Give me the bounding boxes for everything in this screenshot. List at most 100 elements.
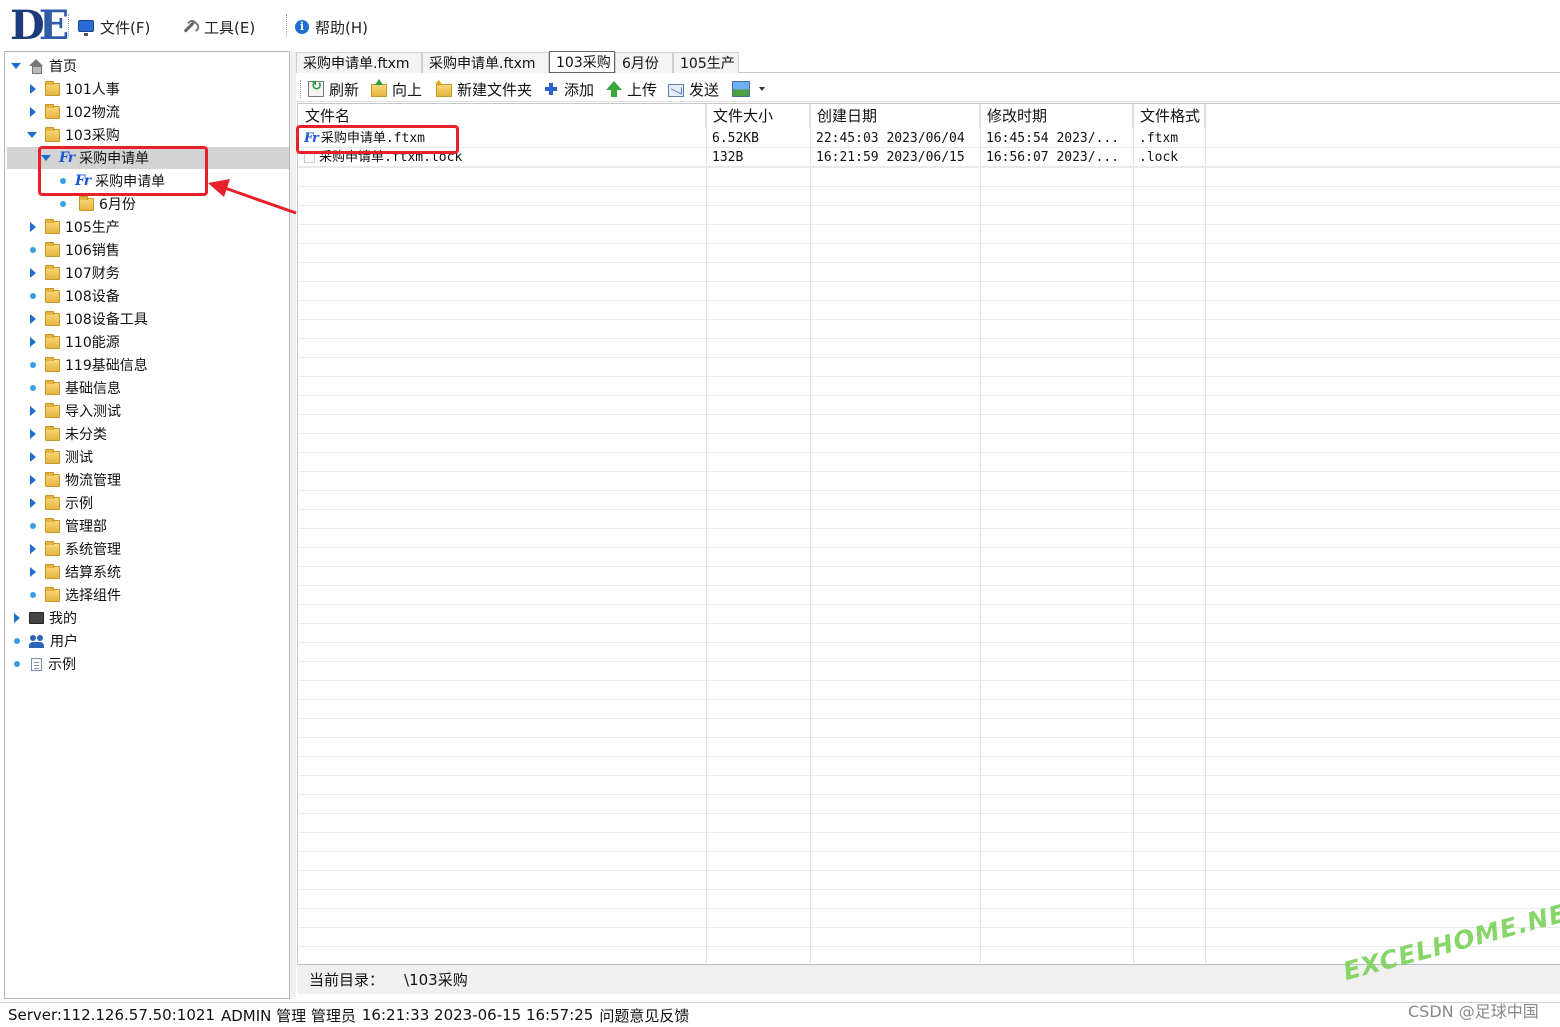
tree-item[interactable]: 物流管理	[27, 469, 121, 491]
expand-arrow-icon[interactable]	[27, 106, 39, 118]
tree-item-label: 未分类	[65, 427, 107, 443]
expand-arrow-icon[interactable]	[11, 612, 23, 624]
column-header-created[interactable]: 创建日期	[810, 104, 980, 128]
empty-row-line	[298, 528, 1560, 529]
menu-tools[interactable]: 工具(E)	[182, 16, 255, 38]
tree-item-users[interactable]: 用户	[11, 630, 78, 652]
folder-icon	[45, 80, 60, 96]
tree-item[interactable]: 未分类	[27, 423, 107, 445]
tree-item[interactable]: 103采购	[27, 124, 120, 146]
folder-icon	[45, 356, 60, 372]
expand-arrow-icon[interactable]	[27, 497, 39, 509]
expand-arrow-icon[interactable]	[27, 543, 39, 555]
tree-item[interactable]: 导入测试	[27, 400, 121, 422]
tree-item[interactable]: 110能源	[27, 331, 120, 353]
column-header-format[interactable]: 文件格式	[1133, 104, 1205, 128]
empty-row-line	[298, 490, 1560, 491]
tree-item-label: 导入测试	[65, 404, 121, 420]
tree-item-examples[interactable]: 示例	[11, 653, 76, 675]
tree-item-label: 首页	[49, 59, 77, 75]
tree-item[interactable]: 105生产	[27, 216, 120, 238]
expand-arrow-icon[interactable]	[11, 60, 23, 72]
view-dropdown-button[interactable]	[732, 78, 765, 100]
file-modified-cell: 16:45:54 2023/...	[986, 131, 1120, 146]
expand-arrow-icon[interactable]	[27, 267, 39, 279]
table-row[interactable]: Fr 采购申请单.ftxm 6.52KB 22:45:03 2023/06/04 …	[298, 129, 1560, 148]
tree-item[interactable]: 选择组件	[27, 584, 121, 606]
tab-june[interactable]: 6月份	[615, 52, 673, 73]
column-header-size[interactable]: 文件大小	[706, 104, 810, 128]
home-icon	[29, 59, 44, 74]
file-size-cell: 132B	[712, 150, 744, 165]
empty-row-line	[298, 927, 1560, 928]
empty-row-line	[298, 547, 1560, 548]
tab-ftxm-1[interactable]: 采购申请单.ftxm	[296, 52, 422, 73]
expand-arrow-icon[interactable]	[27, 336, 39, 348]
tree-item[interactable]: 106销售	[27, 239, 120, 261]
empty-row-line	[298, 680, 1560, 681]
tree-item[interactable]: 107财务	[27, 262, 120, 284]
folder-icon	[45, 241, 60, 257]
file-size-cell: 6.52KB	[712, 131, 759, 146]
tree-item[interactable]: 119基础信息	[27, 354, 148, 376]
monitor-icon	[78, 20, 94, 36]
tree-item[interactable]: 结算系统	[27, 561, 121, 583]
empty-row-line	[298, 338, 1560, 339]
expand-arrow-icon[interactable]	[27, 474, 39, 486]
tree-item-mine[interactable]: 我的	[11, 607, 77, 629]
tab-105[interactable]: 105生产	[673, 52, 739, 73]
folder-icon	[45, 540, 60, 556]
annotation-box-tree	[38, 146, 208, 196]
column-header-modified[interactable]: 修改时期	[980, 104, 1133, 128]
up-button[interactable]: 向上	[371, 78, 422, 100]
tree-item[interactable]: 测试	[27, 446, 93, 468]
tree-item[interactable]: 管理部	[27, 515, 107, 537]
tab-103[interactable]: 103采购	[549, 51, 615, 73]
upload-button[interactable]: 上传	[606, 78, 657, 100]
tree-item-label: 106销售	[65, 243, 120, 259]
expand-arrow-icon[interactable]	[27, 566, 39, 578]
empty-row-line	[298, 813, 1560, 814]
menu-help[interactable]: i 帮助(H)	[295, 16, 368, 38]
annotation-arrow-shaft	[221, 185, 297, 215]
tree-item-home[interactable]: 首页	[11, 55, 77, 77]
tree-item[interactable]: 108设备	[27, 285, 120, 307]
expand-arrow-icon[interactable]	[27, 221, 39, 233]
tree-item[interactable]: 示例	[27, 492, 93, 514]
tree-item[interactable]: 101人事	[27, 78, 120, 100]
expand-arrow-icon[interactable]	[27, 313, 39, 325]
expand-arrow-icon[interactable]	[27, 129, 39, 141]
menu-file[interactable]: 文件(F)	[78, 16, 150, 38]
tree-item[interactable]: 系统管理	[27, 538, 121, 560]
refresh-button[interactable]: 刷新	[308, 78, 359, 100]
empty-row-line	[298, 604, 1560, 605]
column-divider	[1205, 104, 1206, 963]
tree-item[interactable]: 基础信息	[27, 377, 121, 399]
empty-row-line	[298, 471, 1560, 472]
tree-item-label: 107财务	[65, 266, 120, 282]
new-folder-button[interactable]: 新建文件夹	[434, 77, 533, 100]
tab-ftxm-2[interactable]: 采购申请单.ftxm	[422, 52, 549, 73]
empty-row-line	[298, 509, 1560, 510]
table-row[interactable]: 采购申请单.ftxm.lock 132B 16:21:59 2023/06/15…	[298, 148, 1560, 167]
expand-arrow-icon[interactable]	[27, 83, 39, 95]
send-button[interactable]: 发送	[668, 78, 719, 100]
new-folder-label: 新建文件夹	[457, 80, 533, 99]
column-divider	[980, 104, 981, 963]
tree-item[interactable]: 6月份	[57, 193, 136, 215]
feedback-link[interactable]: 问题意见反馈	[599, 1005, 689, 1026]
expand-arrow-icon[interactable]	[27, 451, 39, 463]
image-view-icon	[732, 81, 750, 97]
expand-arrow-icon[interactable]	[27, 428, 39, 440]
leaf-dot-icon	[27, 359, 39, 371]
tab-label: 103采购	[556, 55, 611, 71]
tree-item-label: 测试	[65, 450, 93, 466]
toolbar-grip[interactable]	[300, 80, 303, 98]
add-button[interactable]: 添加	[543, 78, 594, 100]
tree-item[interactable]: 102物流	[27, 101, 120, 123]
tree-item[interactable]: 108设备工具	[27, 308, 148, 330]
expand-arrow-icon[interactable]	[27, 405, 39, 417]
leaf-dot-icon	[11, 658, 23, 670]
tree-item-label: 结算系统	[65, 565, 121, 581]
file-list[interactable]: 文件名 文件大小 创建日期 修改时期 文件格式 Fr 采购申请单.ftxm 6.5…	[297, 103, 1560, 963]
